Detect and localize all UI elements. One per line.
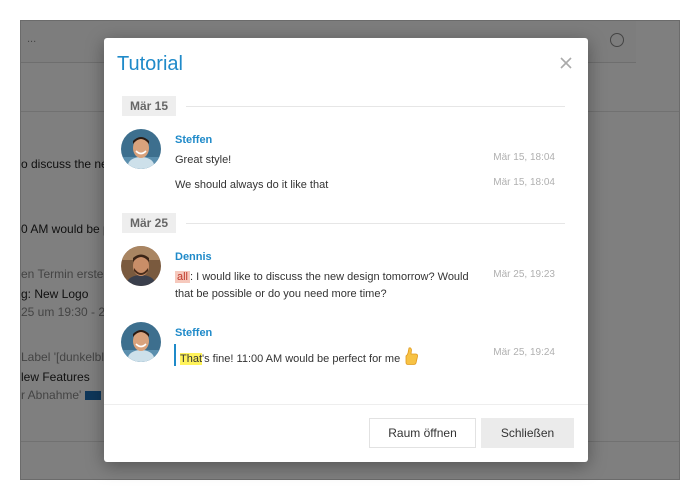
search-highlight: That (180, 352, 203, 365)
date-separator: Mär 25 (122, 213, 565, 233)
message-text: We should always do it like that (175, 179, 329, 191)
close-icon[interactable] (558, 55, 574, 71)
message-body: 's fine! 11:00 AM would be perfect for m… (202, 352, 401, 365)
message-timestamp: Mär 25, 19:24 (493, 347, 555, 358)
message-text: all: I would like to discuss the new des… (175, 269, 485, 303)
message-text: Great style! (175, 154, 232, 166)
message-author[interactable]: Dennis (175, 251, 212, 263)
message-text: That's fine! 11:00 AM would be perfect f… (180, 347, 490, 371)
message-timestamp: Mär 25, 19:23 (493, 269, 555, 280)
quote-bar (174, 344, 176, 366)
open-room-button[interactable]: Raum öffnen (369, 418, 476, 448)
date-rule (186, 223, 565, 224)
date-rule (186, 106, 565, 107)
message-body: : I would like to discuss the new design… (175, 271, 469, 300)
tutorial-modal: Tutorial Mär 15 Steffen Great style! Mär… (104, 38, 588, 462)
mention-tag[interactable]: all (175, 271, 191, 283)
thumbs-up-icon (403, 347, 419, 371)
message-author[interactable]: Steffen (175, 327, 212, 339)
date-chip: Mär 25 (122, 213, 177, 233)
footer-divider (104, 404, 588, 405)
message-timestamp: Mär 15, 18:04 (493, 152, 555, 163)
close-button[interactable]: Schließen (481, 418, 574, 448)
modal-title: Tutorial (117, 53, 183, 75)
avatar[interactable] (121, 129, 161, 169)
date-chip: Mär 15 (122, 96, 177, 116)
date-separator: Mär 15 (122, 96, 565, 116)
message-timestamp: Mär 15, 18:04 (493, 177, 555, 188)
message-author[interactable]: Steffen (175, 134, 212, 146)
avatar[interactable] (121, 246, 161, 286)
avatar[interactable] (121, 322, 161, 362)
